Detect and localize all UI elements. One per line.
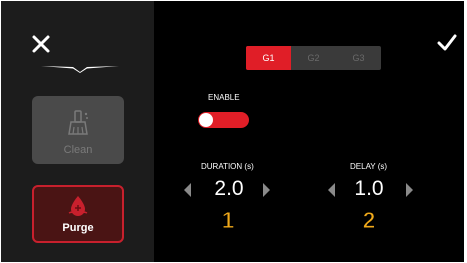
confirm-button[interactable] — [437, 34, 457, 52]
ornament-divider-icon — [41, 66, 119, 73]
delay-decrement-button[interactable] — [328, 183, 335, 197]
purge-drop-icon — [68, 196, 88, 216]
delay-badge: 2 — [362, 207, 376, 234]
duration-decrement-button[interactable] — [184, 183, 191, 197]
screen-frame: Clean Purge G1 G2 G3 ENABLE DURATION (s)… — [1, 1, 464, 262]
tab-g1[interactable]: G1 — [246, 46, 291, 70]
enable-toggle[interactable] — [198, 112, 249, 128]
duration-value: 2.0 — [214, 177, 244, 200]
clean-tile[interactable]: Clean — [32, 96, 124, 164]
tab-g3[interactable]: G3 — [336, 46, 381, 70]
close-icon — [32, 35, 50, 53]
group-selector: G1 G2 G3 — [246, 46, 381, 70]
sidebar: Clean Purge — [1, 1, 154, 262]
delay-increment-button[interactable] — [406, 183, 413, 197]
toggle-knob — [199, 113, 213, 127]
delay-value: 1.0 — [354, 177, 384, 200]
check-icon — [437, 34, 457, 51]
duration-label: DURATION (s) — [201, 162, 254, 171]
duration-increment-button[interactable] — [263, 183, 270, 197]
close-button[interactable] — [31, 34, 51, 54]
enable-label: ENABLE — [208, 93, 240, 102]
purge-tile[interactable]: Purge — [32, 185, 124, 243]
clean-label: Clean — [63, 144, 93, 156]
purge-label: Purge — [62, 222, 94, 234]
brush-icon — [68, 110, 88, 135]
tab-g2[interactable]: G2 — [291, 46, 336, 70]
delay-label: DELAY (s) — [350, 162, 388, 171]
duration-badge: 1 — [221, 207, 235, 234]
